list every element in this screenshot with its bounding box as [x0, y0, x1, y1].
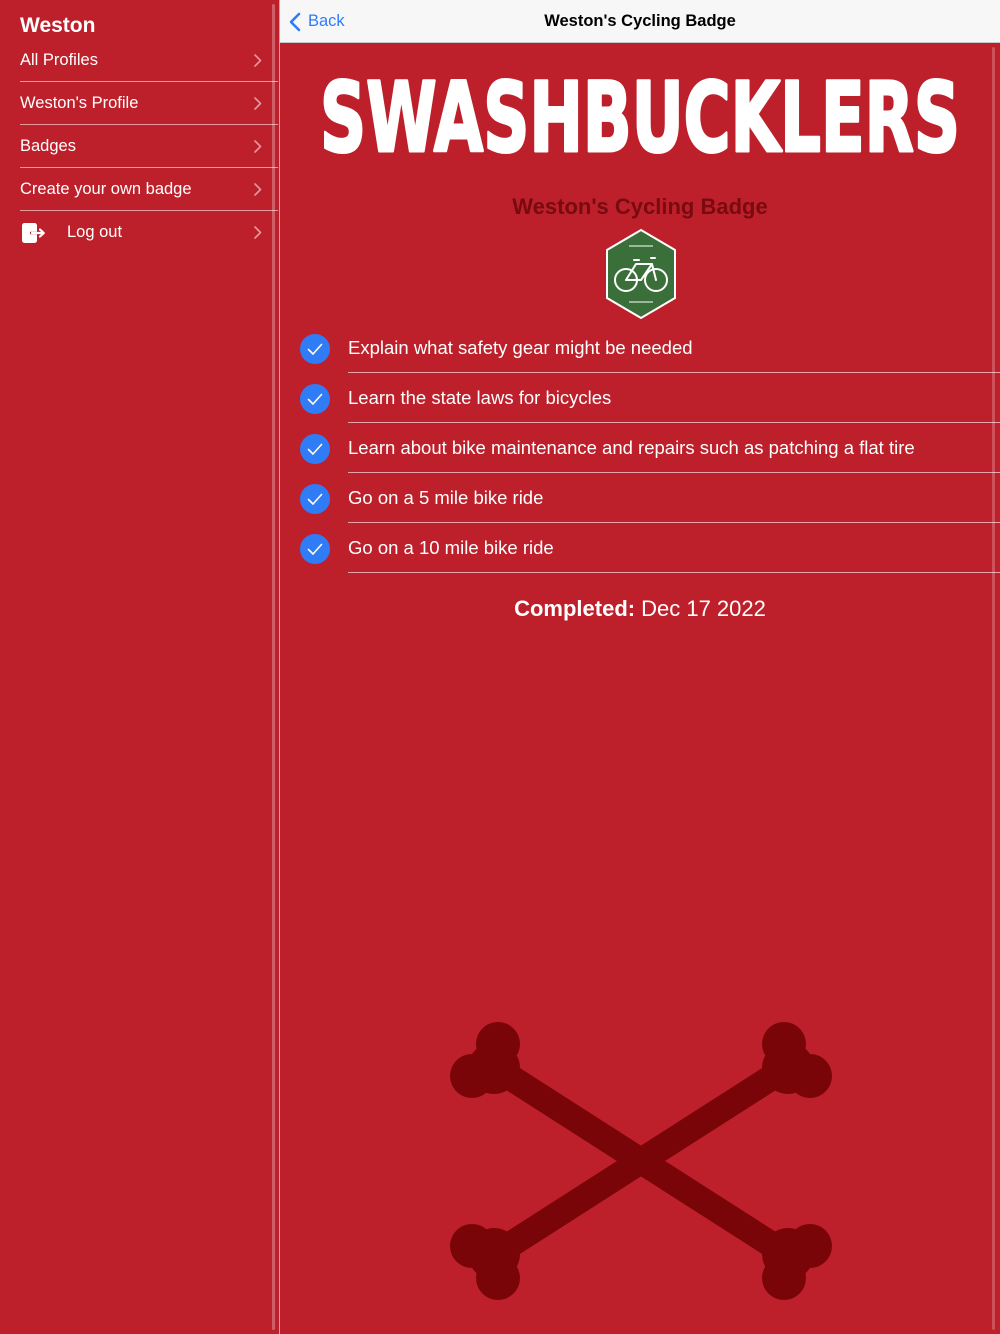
- sidebar-item-label: Create your own badge: [20, 180, 192, 198]
- page-title: Weston's Cycling Badge: [544, 12, 736, 30]
- sidebar-item-label: Weston's Profile: [20, 94, 139, 112]
- completed-label: Completed:: [514, 596, 636, 621]
- requirement-row[interactable]: Explain what safety gear might be needed: [280, 323, 1000, 373]
- sidebar: Weston All Profiles Weston's Profile Bad…: [0, 0, 278, 1334]
- navigation-bar: Back Weston's Cycling Badge: [280, 0, 1000, 43]
- requirement-text: Go on a 5 mile bike ride: [348, 487, 544, 508]
- completed-date: Dec 17 2022: [641, 596, 766, 621]
- sidebar-item-profile[interactable]: Weston's Profile: [20, 82, 278, 125]
- requirement-row[interactable]: Learn the state laws for bicycles: [280, 373, 1000, 423]
- requirement-text: Go on a 10 mile bike ride: [348, 537, 554, 558]
- bicycle-badge-icon: [606, 228, 676, 320]
- requirement-row[interactable]: Learn about bike maintenance and repairs…: [280, 423, 1000, 473]
- sidebar-item-create-badge[interactable]: Create your own badge: [20, 168, 278, 211]
- logout-icon: [22, 222, 45, 243]
- checkmark-circle-icon[interactable]: [300, 434, 330, 464]
- swashbucklers-logo: SWASHBUCKLERS: [319, 61, 962, 174]
- checkmark-circle-icon[interactable]: [300, 334, 330, 364]
- chevron-right-icon: [254, 226, 262, 239]
- completed-status: Completed: Dec 17 2022: [280, 596, 1000, 622]
- sidebar-user-name: Weston: [20, 14, 96, 37]
- badge-title: Weston's Cycling Badge: [512, 194, 768, 219]
- back-button[interactable]: Back: [288, 0, 345, 43]
- sidebar-item-all-profiles[interactable]: All Profiles: [20, 39, 278, 82]
- chevron-right-icon: [254, 183, 262, 196]
- sidebar-menu: All Profiles Weston's Profile Badges Cre…: [20, 39, 278, 254]
- checkmark-circle-icon[interactable]: [300, 534, 330, 564]
- checkmark-circle-icon[interactable]: [300, 484, 330, 514]
- chevron-right-icon: [254, 54, 262, 67]
- svg-text:SWASHBUCKLERS: SWASHBUCKLERS: [320, 62, 960, 173]
- chevron-right-icon: [254, 140, 262, 153]
- requirement-row[interactable]: Go on a 10 mile bike ride: [280, 523, 1000, 573]
- sidebar-item-logout[interactable]: Log out: [20, 211, 278, 254]
- sidebar-item-badges[interactable]: Badges: [20, 125, 278, 168]
- sidebar-item-label: Badges: [20, 137, 76, 155]
- checkmark-circle-icon[interactable]: [300, 384, 330, 414]
- crossbones-icon: [450, 1022, 832, 1300]
- sidebar-item-label: Log out: [67, 223, 123, 241]
- sidebar-item-label: All Profiles: [20, 51, 98, 69]
- back-button-label: Back: [308, 12, 345, 30]
- divider: [348, 572, 1000, 573]
- content-scrollbar[interactable]: [992, 47, 995, 1330]
- chevron-left-icon: [289, 12, 301, 31]
- sidebar-scrollbar[interactable]: [272, 4, 275, 1330]
- requirement-text: Explain what safety gear might be needed: [348, 337, 693, 358]
- chevron-right-icon: [254, 97, 262, 110]
- requirement-row[interactable]: Go on a 5 mile bike ride: [280, 473, 1000, 523]
- requirements-list: Explain what safety gear might be needed…: [280, 323, 1000, 573]
- requirement-text: Learn about bike maintenance and repairs…: [348, 437, 915, 458]
- requirement-text: Learn the state laws for bicycles: [348, 387, 612, 408]
